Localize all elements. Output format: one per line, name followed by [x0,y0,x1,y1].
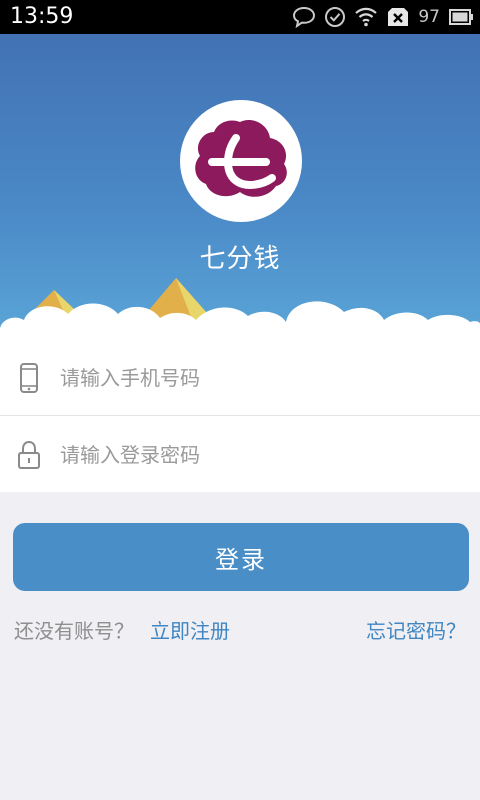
no-account-text: 还没有账号？ [14,619,134,643]
login-form [0,340,480,492]
forgot-password-link[interactable]: 忘记密码？ [366,617,466,645]
mobile-phone-icon [16,362,42,394]
lock-icon [16,439,42,471]
app-logo [180,100,302,222]
password-input[interactable] [60,433,460,477]
battery-level: 97 [418,7,440,27]
login-screen: 13:59 97 七分钱 请输入手机号码 登录 还没有账号？ 立即注册 忘记密码… [0,0,480,800]
chat-bubble-icon [292,6,316,28]
wifi-icon [354,6,378,28]
clouds-and-pyramids-illustration [0,278,480,340]
phone-input[interactable] [60,356,460,400]
hero-banner: 七分钱 [0,34,480,340]
sim-blocked-icon [386,6,410,28]
status-bar: 13:59 97 [0,0,480,34]
status-icons: 97 [292,3,474,31]
phone-row [0,340,480,415]
form-divider [0,415,480,416]
battery-icon [448,8,474,26]
login-button[interactable]: 登录 [13,523,469,591]
check-circle-icon [324,6,346,28]
password-row [0,417,480,492]
register-link[interactable]: 立即注册 [150,617,230,645]
status-time: 13:59 [10,4,74,29]
qifenqian-logo-icon [195,119,287,197]
